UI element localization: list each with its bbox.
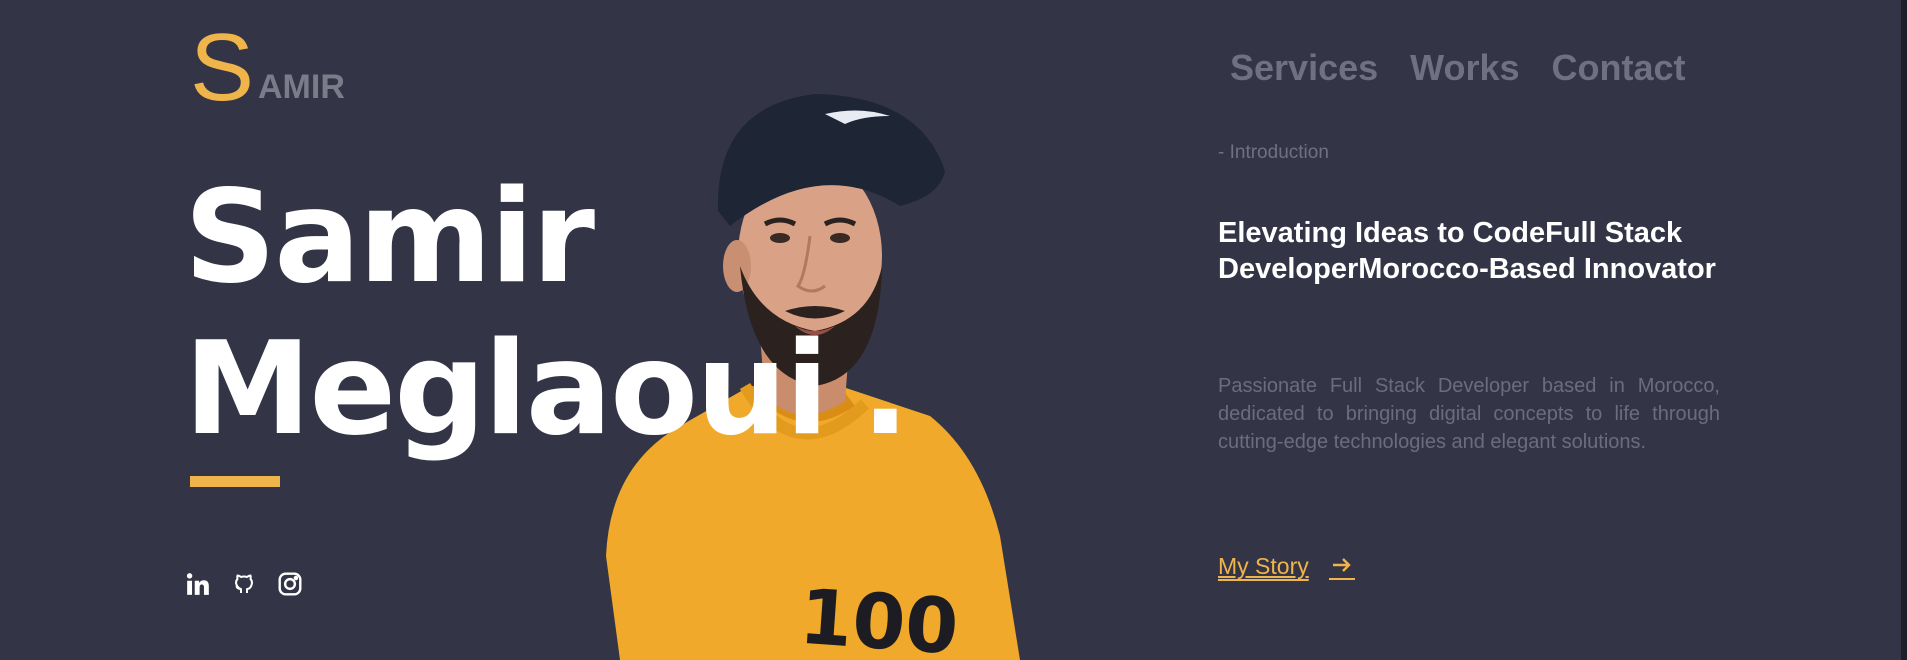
intro-description: Passionate Full Stack Developer based in… <box>1218 375 1720 453</box>
github-icon[interactable] <box>230 570 258 598</box>
site-logo[interactable]: S AMIR <box>190 14 370 121</box>
intro-headline: Elevating Ideas to CodeFull Stack Develo… <box>1218 217 1716 285</box>
main-nav: Services Works Contact <box>1230 44 1686 92</box>
window-edge <box>1901 0 1907 660</box>
first-name: Samir <box>184 163 595 312</box>
instagram-icon[interactable] <box>276 570 304 598</box>
logo-initial: S <box>190 14 255 121</box>
last-name: Meglaoui <box>184 315 829 464</box>
svg-text:100: 100 <box>797 572 961 660</box>
logo-text: AMIR <box>258 68 345 106</box>
arrow-right-icon <box>1328 552 1355 580</box>
accent-underline <box>190 476 280 487</box>
intro-label: - Introduction <box>1218 142 1329 163</box>
my-story-link[interactable]: My Story <box>1218 552 1355 580</box>
linkedin-icon[interactable] <box>184 570 212 598</box>
nav-services[interactable]: Services <box>1230 44 1378 92</box>
nav-contact[interactable]: Contact <box>1552 44 1686 92</box>
social-links <box>184 570 304 598</box>
my-story-label: My Story <box>1218 552 1309 579</box>
nav-works[interactable]: Works <box>1410 44 1519 92</box>
name-dot: . <box>861 315 910 464</box>
hero-name: Samir Meglaoui. <box>184 162 910 466</box>
